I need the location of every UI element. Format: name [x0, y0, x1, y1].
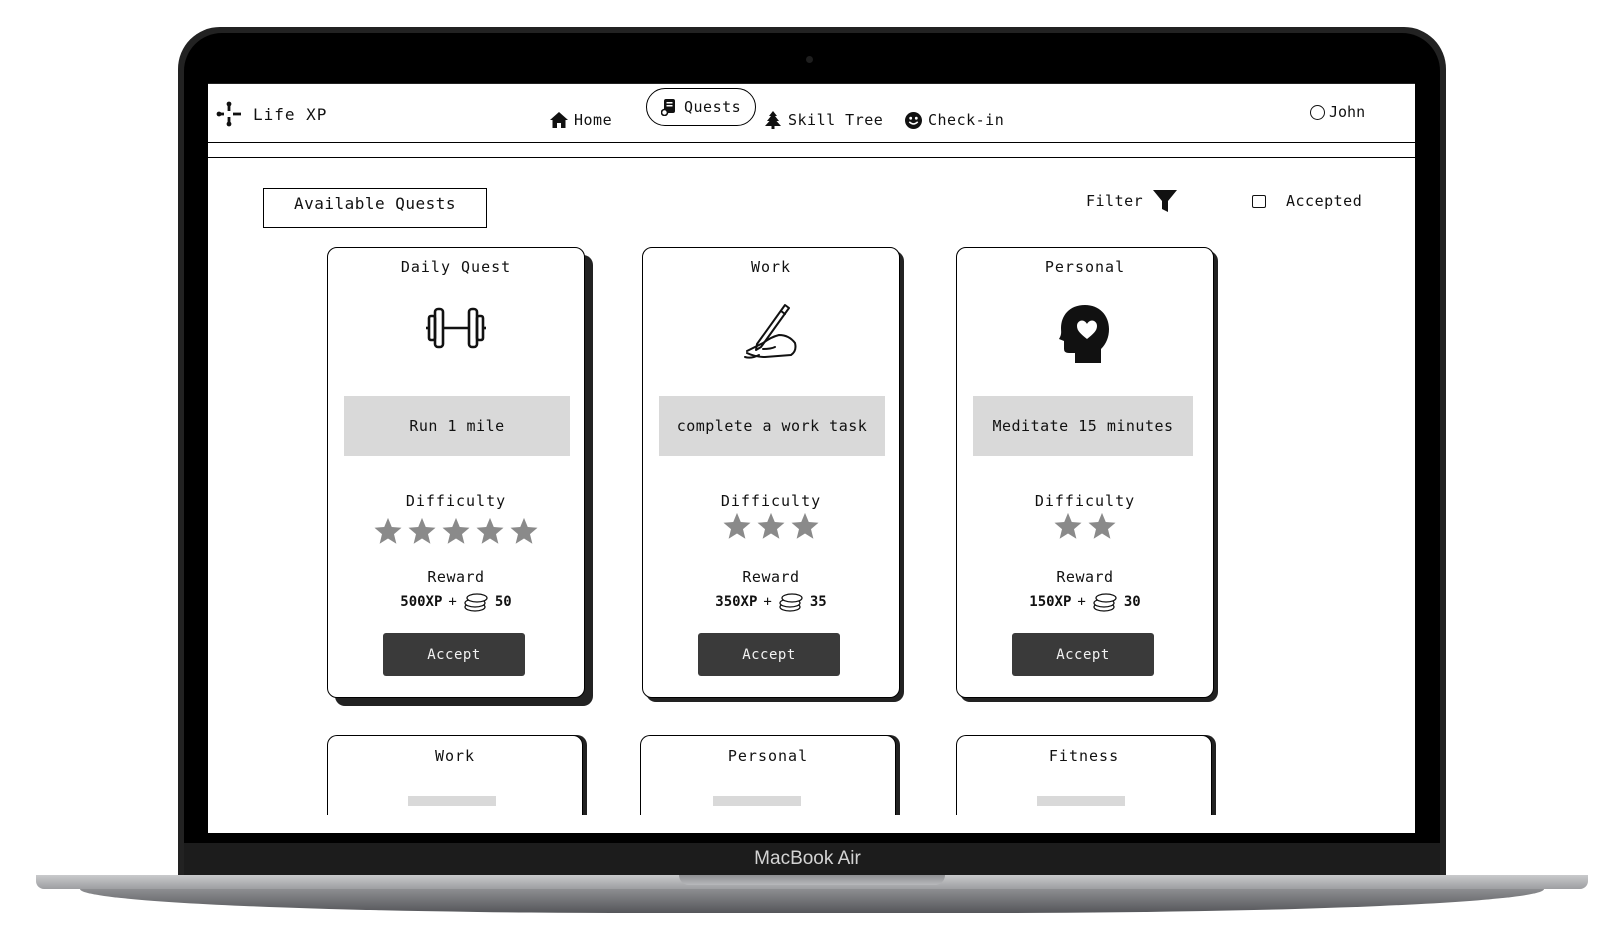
star-icon [408, 517, 436, 544]
camera-icon [806, 56, 813, 63]
accepted-filter[interactable]: Accepted [1252, 192, 1362, 210]
quest-card: Personal Meditate 15 minutes Difficulty … [956, 247, 1214, 698]
quest-card: Fitness [956, 735, 1212, 815]
scroll-icon [661, 99, 675, 116]
coins-icon [1093, 593, 1117, 612]
nav-check-in[interactable]: Check-in [905, 111, 1004, 129]
card-category: Daily Quest [400, 258, 512, 276]
app-screen: Life XP Home Quests Skill Tree Check-in … [208, 83, 1415, 833]
reward-coins: 50 [494, 594, 512, 610]
nav-check-in-label: Check-in [928, 111, 1005, 129]
smiley-icon [905, 111, 922, 129]
nav-quests-label: Quests [684, 98, 742, 116]
reward-coins: 30 [1123, 594, 1141, 610]
coins-icon [464, 593, 488, 612]
star-icon [1088, 512, 1116, 539]
star-icon [476, 517, 504, 544]
dumbbell-icon [426, 307, 486, 349]
reward-xp: 500XP [400, 594, 443, 610]
quest-card: Daily Quest Run 1 mile Difficulty Reward… [327, 247, 585, 698]
reward-plus: + [763, 594, 772, 610]
star-icon [757, 512, 785, 539]
device-label: MacBook Air [754, 848, 861, 869]
reward-coins: 35 [809, 594, 827, 610]
star-icon [1054, 512, 1082, 539]
user-name: John [1329, 103, 1366, 121]
nav-skill-tree-label: Skill Tree [788, 111, 884, 129]
app-logo[interactable]: Life XP [215, 100, 327, 128]
difficulty-label: Difficulty [1034, 492, 1136, 510]
reward-plus: + [448, 594, 457, 610]
top-navbar: Life XP Home Quests Skill Tree Check-in … [208, 83, 1415, 143]
difficulty-label: Difficulty [720, 492, 822, 510]
available-quests-button[interactable]: Available Quests [263, 188, 487, 228]
star-icon [791, 512, 819, 539]
star-icon [510, 517, 538, 544]
gamepad-cross-icon [216, 101, 241, 127]
card-category: Work [434, 747, 476, 765]
user-menu[interactable]: John [1310, 103, 1365, 121]
app-name: Life XP [253, 104, 328, 124]
quest-card: Work complete a work task Difficulty Rew… [642, 247, 900, 698]
reward-value: 150XP + 30 [957, 592, 1213, 612]
filter-label: Filter [1086, 192, 1144, 210]
card-category: Personal [1044, 258, 1126, 276]
difficulty-stars [643, 511, 899, 541]
star-icon [723, 512, 751, 539]
quest-task-placeholder [1037, 796, 1125, 806]
card-category: Work [750, 258, 792, 276]
star-icon [442, 517, 470, 544]
difficulty-stars [957, 511, 1213, 541]
reward-label: Reward [1056, 568, 1114, 586]
reward-value: 350XP + 35 [643, 592, 899, 612]
reward-plus: + [1077, 594, 1086, 610]
writing-hand-icon [744, 304, 797, 359]
star-icon [374, 517, 402, 544]
quest-task-placeholder [408, 796, 496, 806]
quest-card: Personal [640, 735, 896, 815]
accepted-label: Accepted [1286, 192, 1363, 210]
reward-value: 500XP + 50 [328, 592, 584, 612]
funnel-icon [1153, 190, 1178, 212]
accept-button[interactable]: Accept [698, 633, 840, 676]
nav-quests[interactable]: Quests [646, 88, 757, 126]
home-icon [550, 112, 568, 128]
navbar-divider [208, 157, 1415, 158]
quest-task: complete a work task [659, 396, 885, 456]
filter-button[interactable]: Filter [1086, 188, 1178, 214]
reward-xp: 350XP [715, 594, 758, 610]
accepted-checkbox[interactable] [1252, 194, 1266, 208]
nav-skill-tree[interactable]: Skill Tree [764, 111, 883, 129]
nav-home-label: Home [574, 111, 613, 129]
card-category: Personal [727, 747, 809, 765]
accept-button[interactable]: Accept [383, 633, 525, 676]
quest-task: Run 1 mile [344, 396, 570, 456]
accept-button[interactable]: Accept [1012, 633, 1154, 676]
nav-home[interactable]: Home [550, 111, 612, 129]
tree-icon [765, 111, 781, 129]
reward-xp: 150XP [1029, 594, 1072, 610]
coins-icon [779, 593, 803, 612]
user-avatar-icon [1310, 104, 1325, 120]
reward-label: Reward [742, 568, 800, 586]
heart-head-icon [1059, 305, 1109, 363]
difficulty-stars [328, 516, 584, 546]
difficulty-label: Difficulty [405, 492, 507, 510]
laptop-notch [679, 875, 945, 885]
quest-task-placeholder [713, 796, 801, 806]
quest-task: Meditate 15 minutes [973, 396, 1193, 456]
quest-card: Work [327, 735, 583, 815]
card-category: Fitness [1048, 747, 1120, 765]
laptop-base-bottom [80, 889, 1544, 913]
reward-label: Reward [427, 568, 485, 586]
